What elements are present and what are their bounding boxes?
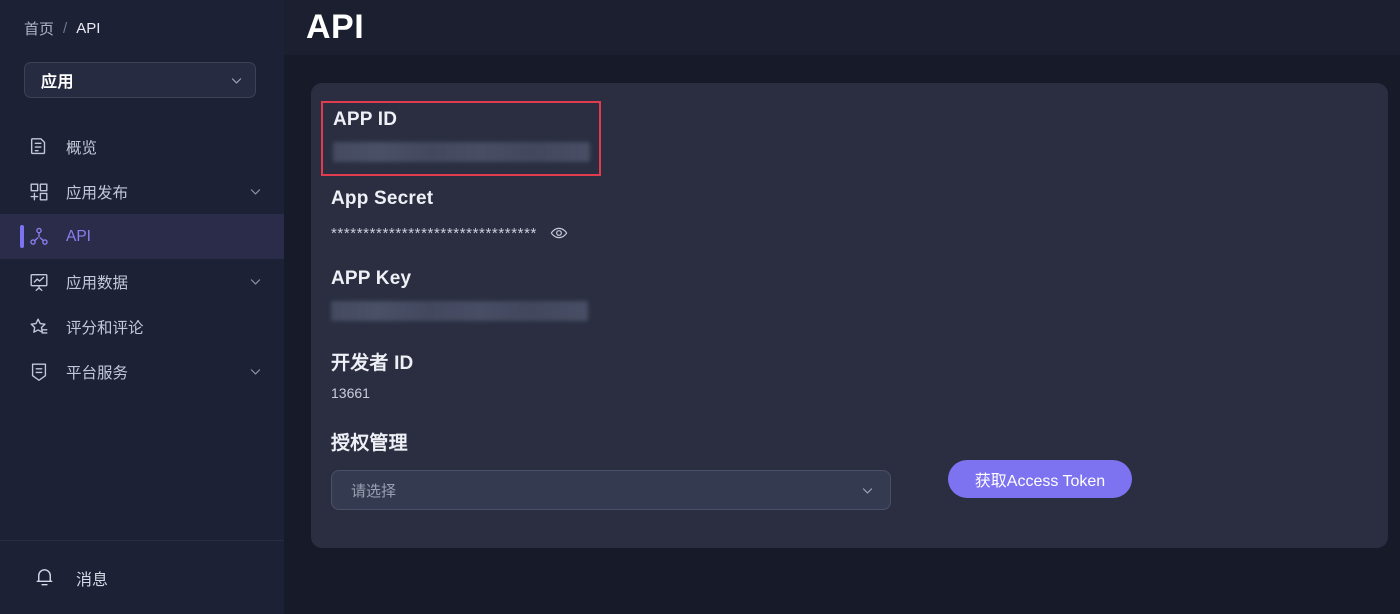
breadcrumb-separator: / (63, 19, 68, 37)
sidebar-item-label: API (66, 227, 91, 245)
developer-id-value: 13661 (331, 385, 370, 401)
document-report-icon (28, 136, 50, 158)
breadcrumb: 首页 / API (0, 0, 284, 56)
sidebar-item-api[interactable]: API (0, 214, 284, 259)
app-secret-label: App Secret (331, 188, 434, 209)
chevron-down-icon[interactable] (249, 365, 262, 378)
page-header: API (284, 0, 1400, 55)
sidebar-item-overview[interactable]: 概览 (0, 124, 284, 169)
sidebar-item-ratings-reviews[interactable]: 评分和评论 (0, 304, 284, 349)
bell-icon (33, 566, 56, 589)
app-secret-masked-value: ******************************** (331, 224, 537, 242)
app-id-value-redacted[interactable] (333, 142, 590, 162)
main-content: API APP ID App Secret ******************… (284, 0, 1400, 614)
sidebar: 首页 / API 应用 概览 应用发布 API 应用数据 评分和评论 平台服务 … (0, 0, 284, 614)
sidebar-nav: 概览 应用发布 API 应用数据 评分和评论 平台服务 (0, 124, 284, 540)
chart-board-icon (28, 271, 50, 293)
sidebar-item-label: 评分和评论 (66, 319, 144, 337)
sidebar-item-label: 概览 (66, 139, 98, 157)
sidebar-item-app-publish[interactable]: 应用发布 (0, 169, 284, 214)
chevron-down-icon[interactable] (249, 275, 262, 288)
sidebar-item-app-data[interactable]: 应用数据 (0, 259, 284, 304)
api-credentials-card: APP ID App Secret **********************… (311, 83, 1388, 548)
eye-icon[interactable] (550, 224, 568, 242)
app-id-label: APP ID (333, 109, 398, 130)
app-key-value-redacted[interactable] (331, 301, 588, 321)
app-key-field: APP Key (331, 268, 588, 321)
authorization-label: 授权管理 (331, 433, 408, 454)
sidebar-item-messages[interactable]: 消息 (0, 540, 284, 614)
sidebar-item-platform-services[interactable]: 平台服务 (0, 349, 284, 394)
app-selector-value: 应用 (41, 74, 75, 91)
page-title: API (306, 8, 365, 46)
breadcrumb-current: API (76, 19, 101, 37)
app-id-field: APP ID (321, 101, 601, 176)
active-indicator-bar (20, 225, 24, 248)
breadcrumb-home[interactable]: 首页 (24, 18, 54, 39)
shield-icon (28, 361, 50, 383)
sidebar-item-label: 平台服务 (66, 364, 129, 382)
star-lines-icon (28, 316, 50, 338)
sidebar-item-label: 消息 (76, 571, 109, 589)
get-access-token-button[interactable]: 获取Access Token (948, 460, 1132, 498)
chevron-down-icon (230, 74, 243, 87)
developer-id-field: 开发者 ID 13661 (331, 348, 413, 401)
developer-id-label: 开发者 ID (331, 353, 414, 374)
chevron-down-icon[interactable] (249, 185, 262, 198)
authorization-field: 授权管理 请选择 (331, 428, 891, 510)
sidebar-item-label: 应用数据 (66, 274, 129, 292)
authorization-select[interactable]: 请选择 (331, 470, 891, 510)
app-secret-value-row: ******************************** (331, 224, 568, 242)
app-grid-plus-icon (28, 181, 50, 203)
app-key-label: APP Key (331, 268, 412, 289)
app-secret-field: App Secret *****************************… (331, 188, 568, 242)
chevron-down-icon (861, 484, 874, 497)
app-selector-dropdown[interactable]: 应用 (24, 62, 256, 98)
authorization-select-placeholder: 请选择 (351, 482, 397, 500)
sidebar-item-label: 应用发布 (66, 184, 129, 202)
node-network-icon (28, 226, 50, 248)
